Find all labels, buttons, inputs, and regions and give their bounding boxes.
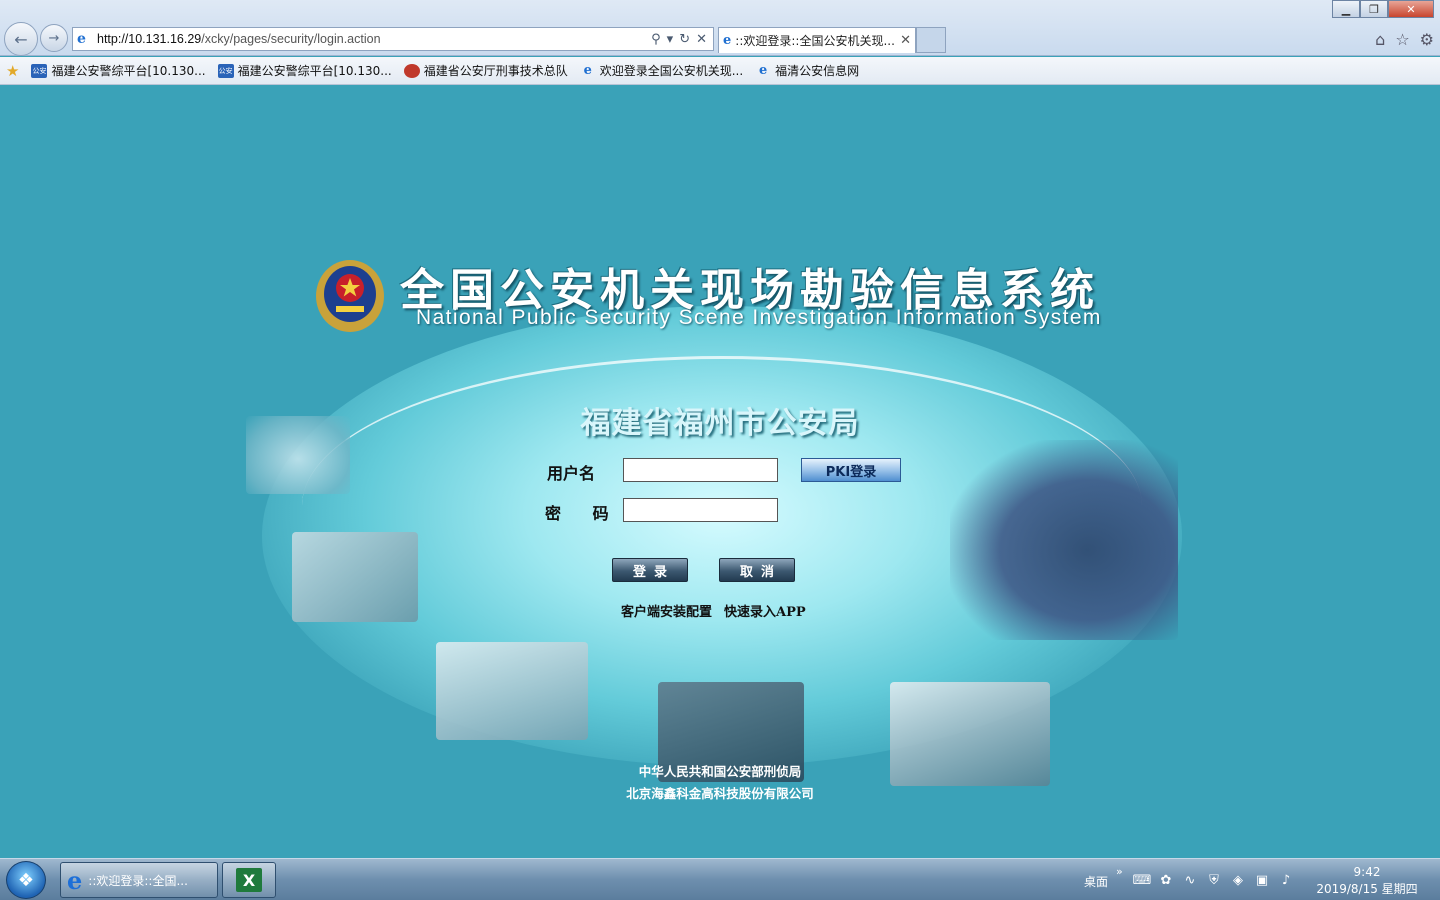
fav-item-login-system[interactable]: e 欢迎登录全国公安机关现... <box>580 62 744 79</box>
arrow-right-icon: → <box>48 30 60 46</box>
ie-icon: e <box>67 865 83 895</box>
ie-tab-icon: e <box>723 33 732 48</box>
investigation-vans-image <box>436 642 588 740</box>
maximize-button[interactable]: ❐ <box>1360 0 1388 18</box>
address-host: http://10.131.16.29 <box>97 32 202 46</box>
taskbar-item-excel[interactable]: X <box>222 862 276 898</box>
password-label: 密 码 <box>545 504 622 523</box>
clock-time: 9:42 <box>1353 865 1381 879</box>
fav-item-criminal-tech[interactable]: 福建省公安厅刑事技术总队 <box>403 62 568 79</box>
pki-login-button[interactable]: PKI登录 <box>801 458 901 482</box>
browser-chrome: ← → e http://10.131.16.29/xcky/pages/sec… <box>0 0 1440 56</box>
address-tools: ⚲ ▾ ↻ ✕ <box>651 32 713 47</box>
officers-at-computer-image <box>950 440 1178 640</box>
forward-button[interactable]: → <box>40 24 68 52</box>
favorites-bar: ★ 公安 福建公安警综平台[10.130... 公安 福建公安警综平台[10.1… <box>0 57 1440 85</box>
fav-label: 福建省公安厅刑事技术总队 <box>423 64 568 78</box>
address-text[interactable]: http://10.131.16.29/xcky/pages/security/… <box>97 32 651 46</box>
back-button[interactable]: ← <box>4 22 38 56</box>
windows-logo-icon: ❖ <box>17 869 35 891</box>
clock-date: 2019/8/15 星期四 <box>1316 882 1418 896</box>
footer-ministry: 中华人民共和国公安部刑侦局 <box>638 764 802 779</box>
organization-name: 福建省福州市公安局 <box>580 406 860 441</box>
password-input[interactable] <box>623 498 778 522</box>
browser-tools: ⌂ ☆ ⚙ <box>1375 30 1434 49</box>
badge-icon <box>403 63 420 78</box>
ie-page-icon: e <box>77 31 86 47</box>
address-path: /xcky/pages/security/login.action <box>201 32 381 46</box>
login-button[interactable]: 登录 <box>612 558 688 582</box>
username-label: 用户名 <box>547 464 596 483</box>
ie-icon: e <box>583 63 592 78</box>
volume-icon[interactable]: ♪ <box>1278 872 1294 888</box>
excel-icon: X <box>236 868 262 892</box>
refresh-icon[interactable]: ↻ <box>679 32 690 47</box>
helper-links: 客户端安装配置 快速录入APP <box>621 601 806 620</box>
search-icon[interactable]: ⚲ <box>651 32 661 47</box>
police-platform-icon: 公安 <box>31 63 48 78</box>
system-tray: ⌨ ✿ ∿ ⛨ ◈ ▣ ♪ <box>1133 872 1294 888</box>
desktop-toolbar-label[interactable]: 桌面 <box>1084 873 1108 890</box>
fav-label: 福建公安警综平台[10.130... <box>237 64 392 78</box>
close-tab-icon[interactable]: ✕ <box>900 33 911 48</box>
username-input[interactable] <box>623 458 778 482</box>
color-wheel-icon[interactable]: ✿ <box>1158 872 1174 888</box>
chevron-down-icon[interactable]: ▾ <box>667 32 674 47</box>
taskbar-item-label: ::欢迎登录::全国... <box>88 873 188 888</box>
close-icon: ✕ <box>1406 2 1416 16</box>
home-icon[interactable]: ⌂ <box>1375 30 1385 49</box>
favorites-add-icon[interactable]: ★ <box>6 62 19 80</box>
fav-label: 欢迎登录全国公安机关现... <box>599 64 744 78</box>
security-shield-icon[interactable]: ◈ <box>1230 872 1246 888</box>
taskbar-item-ie[interactable]: e ::欢迎登录::全国... <box>60 862 218 898</box>
signal-wave-icon[interactable]: ∿ <box>1182 872 1198 888</box>
new-tab-button[interactable] <box>916 27 946 53</box>
start-button[interactable]: ❖ <box>6 861 46 899</box>
close-window-button[interactable]: ✕ <box>1388 0 1434 18</box>
system-clock[interactable]: 9:42 2019/8/15 星期四 <box>1312 864 1422 898</box>
shield-icon[interactable]: ⛨ <box>1206 872 1222 888</box>
police-platform-icon: 公安 <box>217 63 234 78</box>
fav-label: 福建公安警综平台[10.130... <box>51 64 206 78</box>
login-page: 全国公安机关现场勘验信息系统 National Public Security … <box>2 86 1438 858</box>
tab-login[interactable]: e ::欢迎登录::全国公安机关现... ✕ <box>718 27 916 53</box>
minimize-button[interactable]: ▁ <box>1332 0 1360 18</box>
police-emblem-icon <box>316 260 384 332</box>
fav-item-police-platform-2[interactable]: 公安 福建公安警综平台[10.130... <box>217 62 392 79</box>
ie-icon: e <box>759 63 768 78</box>
lab-equipment-image <box>292 532 418 622</box>
chevron-right-icon[interactable]: » <box>1116 865 1123 878</box>
keyboard-icon[interactable]: ⌨ <box>1133 872 1152 888</box>
restore-icon: ❐ <box>1369 2 1379 16</box>
footer-company: 北京海鑫科金高科技股份有限公司 <box>626 786 814 801</box>
arrow-left-icon: ← <box>14 29 28 49</box>
window-controls: ▁ ❐ ✕ <box>1332 0 1434 18</box>
address-bar[interactable]: e http://10.131.16.29/xcky/pages/securit… <box>72 27 714 51</box>
cancel-button[interactable]: 取消 <box>719 558 795 582</box>
tab-label: ::欢迎登录::全国公安机关现... <box>735 34 895 48</box>
fav-label: 福清公安信息网 <box>775 64 860 78</box>
fav-item-fuqing[interactable]: e 福清公安信息网 <box>755 62 859 79</box>
system-title-en: National Public Security Scene Investiga… <box>416 306 1102 329</box>
quick-entry-app-link[interactable]: 快速录入APP <box>724 601 806 620</box>
network-icon[interactable]: ▣ <box>1254 872 1270 888</box>
fav-item-police-platform-1[interactable]: 公安 福建公安警综平台[10.130... <box>31 62 206 79</box>
minimize-icon: ▁ <box>1341 2 1351 16</box>
favorites-star-icon[interactable]: ☆ <box>1395 30 1409 49</box>
client-install-link[interactable]: 客户端安装配置 <box>621 601 712 620</box>
gear-icon[interactable]: ⚙ <box>1420 30 1434 49</box>
taskbar: ❖ e ::欢迎登录::全国... X 桌面 » ⌨ ✿ ∿ ⛨ ◈ ▣ ♪ 9… <box>0 858 1440 900</box>
stop-icon[interactable]: ✕ <box>696 32 707 47</box>
